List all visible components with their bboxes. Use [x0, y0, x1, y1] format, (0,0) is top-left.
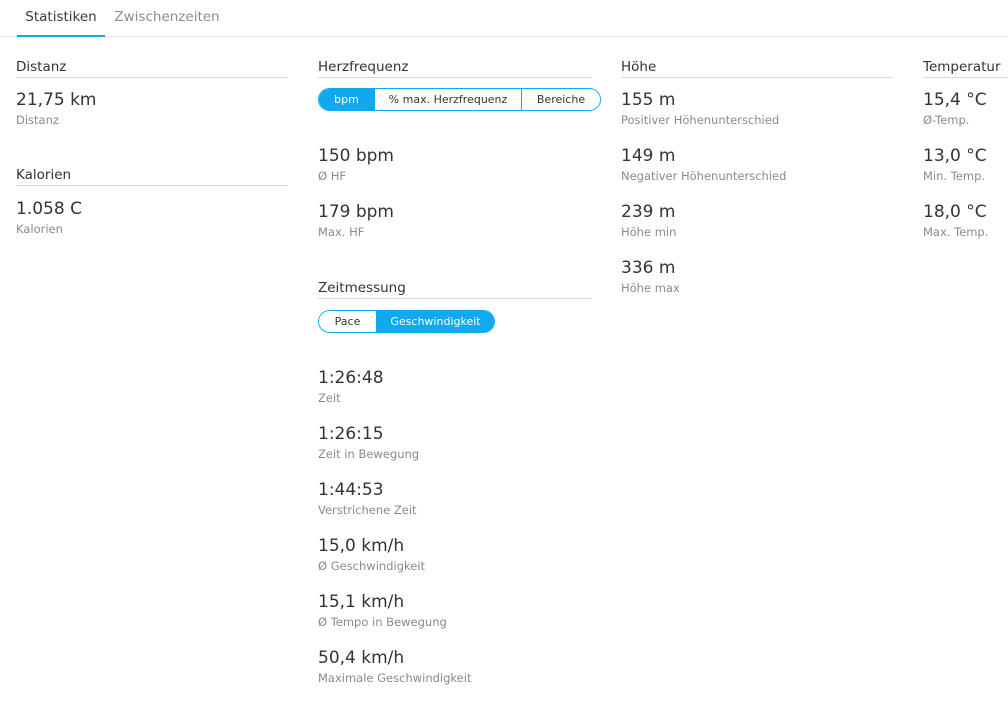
timing-section-title: Zeitmessung — [318, 279, 591, 299]
avg-speed-stat: 15,0 km/h Ø Geschwindigkeit — [318, 535, 425, 573]
stat-label: Höhe max — [621, 281, 680, 295]
tab-statistics[interactable]: Statistiken — [17, 0, 105, 37]
stat-label: Höhe min — [621, 225, 677, 239]
time-stat: 1:26:48 Zeit — [318, 367, 384, 405]
min-elevation-stat: 239 m Höhe min — [621, 201, 676, 239]
stat-label: Verstrichene Zeit — [318, 503, 417, 517]
max-elevation-stat: 336 m Höhe max — [621, 257, 680, 295]
calories-stat: 1.058 C Kalorien — [16, 198, 82, 236]
stat-value: 1:26:15 — [318, 424, 384, 444]
tab-bar: Statistiken Zwischenzeiten — [0, 0, 1008, 37]
moving-time-stat: 1:26:15 Zeit in Bewegung — [318, 423, 419, 461]
stat-value: 149 m — [621, 146, 676, 166]
avg-moving-speed-stat: 15,1 km/h Ø Tempo in Bewegung — [318, 591, 447, 629]
heart-rate-column: Herzfrequenz bpm % max. Herzfrequenz Ber… — [318, 58, 601, 698]
stat-label: Distanz — [16, 113, 59, 127]
toggle-zones[interactable]: Bereiche — [522, 89, 600, 110]
stat-value: 1.058 C — [16, 199, 82, 219]
stat-value: 336 m — [621, 258, 676, 278]
temperature-column: Temperatur 15,4 °C Ø-Temp. 13,0 °C Min. … — [923, 58, 1008, 258]
stat-value: 18,0 °C — [923, 202, 987, 222]
stat-label: Ø Geschwindigkeit — [318, 559, 426, 573]
stat-label: Negativer Höhenunterschied — [621, 169, 787, 183]
stat-label: Max. Temp. — [923, 225, 989, 239]
heart-rate-section-title: Herzfrequenz — [318, 58, 591, 78]
stat-label: Positiver Höhenunterschied — [621, 113, 780, 127]
max-temp-stat: 18,0 °C Max. Temp. — [923, 201, 988, 239]
elevation-section-title: Höhe — [621, 58, 893, 78]
max-hr-stat: 179 bpm Max. HF — [318, 201, 394, 239]
stat-value: 50,4 km/h — [318, 648, 405, 668]
stat-value: 1:26:48 — [318, 368, 384, 388]
max-speed-stat: 50,4 km/h Maximale Geschwindigkeit — [318, 647, 471, 685]
stat-value: 150 bpm — [318, 146, 394, 166]
tab-splits[interactable]: Zwischenzeiten — [107, 0, 227, 37]
min-temp-stat: 13,0 °C Min. Temp. — [923, 145, 987, 183]
toggle-bpm[interactable]: bpm — [319, 89, 375, 110]
stat-value: 155 m — [621, 90, 676, 110]
elapsed-time-stat: 1:44:53 Verstrichene Zeit — [318, 479, 417, 517]
stat-value: 15,1 km/h — [318, 592, 405, 612]
stat-value: 13,0 °C — [923, 146, 987, 166]
toggle-pace[interactable]: Pace — [319, 311, 377, 332]
distance-stat: 21,75 km Distanz — [16, 89, 96, 127]
stat-label: Zeit — [318, 391, 341, 405]
stat-value: 21,75 km — [16, 90, 97, 110]
distance-section-title: Distanz — [16, 58, 288, 78]
toggle-percent-max-hr[interactable]: % max. Herzfrequenz — [375, 89, 522, 110]
stat-value: 1:44:53 — [318, 480, 384, 500]
stat-value: 15,4 °C — [923, 90, 987, 110]
timing-mode-toggle: Pace Geschwindigkeit — [318, 310, 495, 333]
elevation-loss-stat: 149 m Negativer Höhenunterschied — [621, 145, 786, 183]
avg-temp-stat: 15,4 °C Ø-Temp. — [923, 89, 987, 127]
calories-section-title: Kalorien — [16, 166, 288, 186]
stat-label: Zeit in Bewegung — [318, 447, 420, 461]
stat-label: Ø Tempo in Bewegung — [318, 615, 447, 629]
elevation-gain-stat: 155 m Positiver Höhenunterschied — [621, 89, 779, 127]
stat-label: Ø HF — [318, 169, 346, 183]
stat-label: Ø-Temp. — [923, 113, 970, 127]
temperature-section-title: Temperatur — [923, 58, 1008, 78]
distance-column: Distanz 21,75 km Distanz Kalorien 1.058 … — [16, 58, 288, 258]
stat-value: 239 m — [621, 202, 676, 222]
toggle-speed[interactable]: Geschwindigkeit — [377, 311, 494, 332]
avg-hr-stat: 150 bpm Ø HF — [318, 145, 394, 183]
stat-label: Min. Temp. — [923, 169, 986, 183]
stat-value: 179 bpm — [318, 202, 394, 222]
stat-label: Maximale Geschwindigkeit — [318, 671, 472, 685]
stat-label: Max. HF — [318, 225, 365, 239]
elevation-column: Höhe 155 m Positiver Höhenunterschied 14… — [621, 58, 893, 308]
heart-rate-unit-toggle: bpm % max. Herzfrequenz Bereiche — [318, 88, 601, 111]
stat-value: 15,0 km/h — [318, 536, 405, 556]
stat-label: Kalorien — [16, 222, 63, 236]
